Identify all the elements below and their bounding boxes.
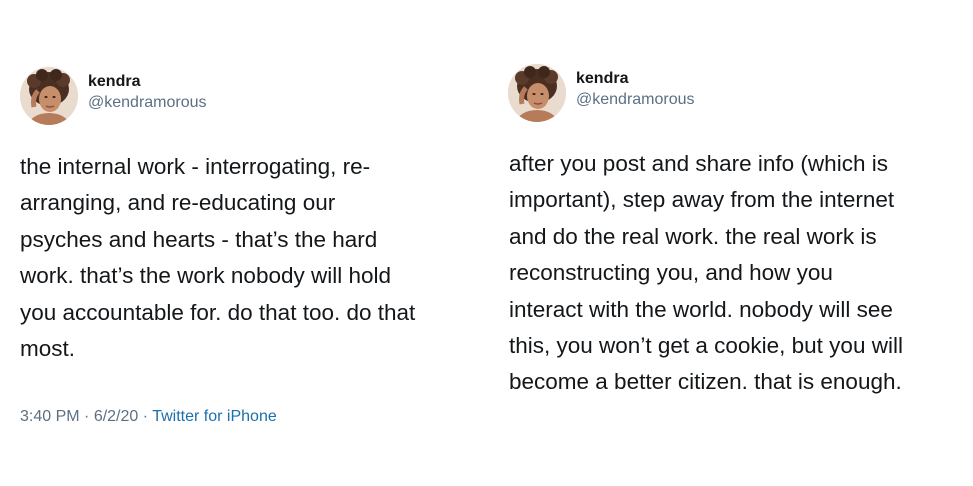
author-names: kendra @kendramorous [88, 71, 207, 113]
avatar[interactable] [20, 67, 78, 125]
user-handle[interactable]: @kendramorous [576, 89, 695, 110]
tweet-card-2: kendra @kendramorous after you post and … [487, 0, 973, 486]
meta-separator: · [138, 408, 153, 425]
display-name[interactable]: kendra [88, 71, 207, 92]
tweet-header: kendra @kendramorous [20, 67, 207, 125]
tweet-header: kendra @kendramorous [508, 64, 695, 122]
user-handle[interactable]: @kendramorous [88, 92, 207, 113]
tweet-text: the internal work - interrogating, re- a… [20, 154, 416, 362]
tweet-date[interactable]: 6/2/20 [94, 408, 138, 425]
tweet-text: after you post and share info (which is … [509, 151, 903, 395]
tweet-card-1: kendra @kendramorous the internal work -… [0, 0, 486, 486]
author-names: kendra @kendramorous [576, 68, 695, 110]
avatar[interactable] [508, 64, 566, 122]
display-name[interactable]: kendra [576, 68, 695, 89]
meta-separator: · [79, 408, 94, 425]
avatar-photo-icon [508, 64, 566, 122]
tweet-source-link[interactable]: Twitter for iPhone [152, 408, 277, 425]
tweet-meta: 3:40 PM · 6/2/20 · Twitter for iPhone [20, 408, 277, 426]
tweet-time[interactable]: 3:40 PM [20, 408, 80, 425]
avatar-photo-icon [20, 67, 78, 125]
